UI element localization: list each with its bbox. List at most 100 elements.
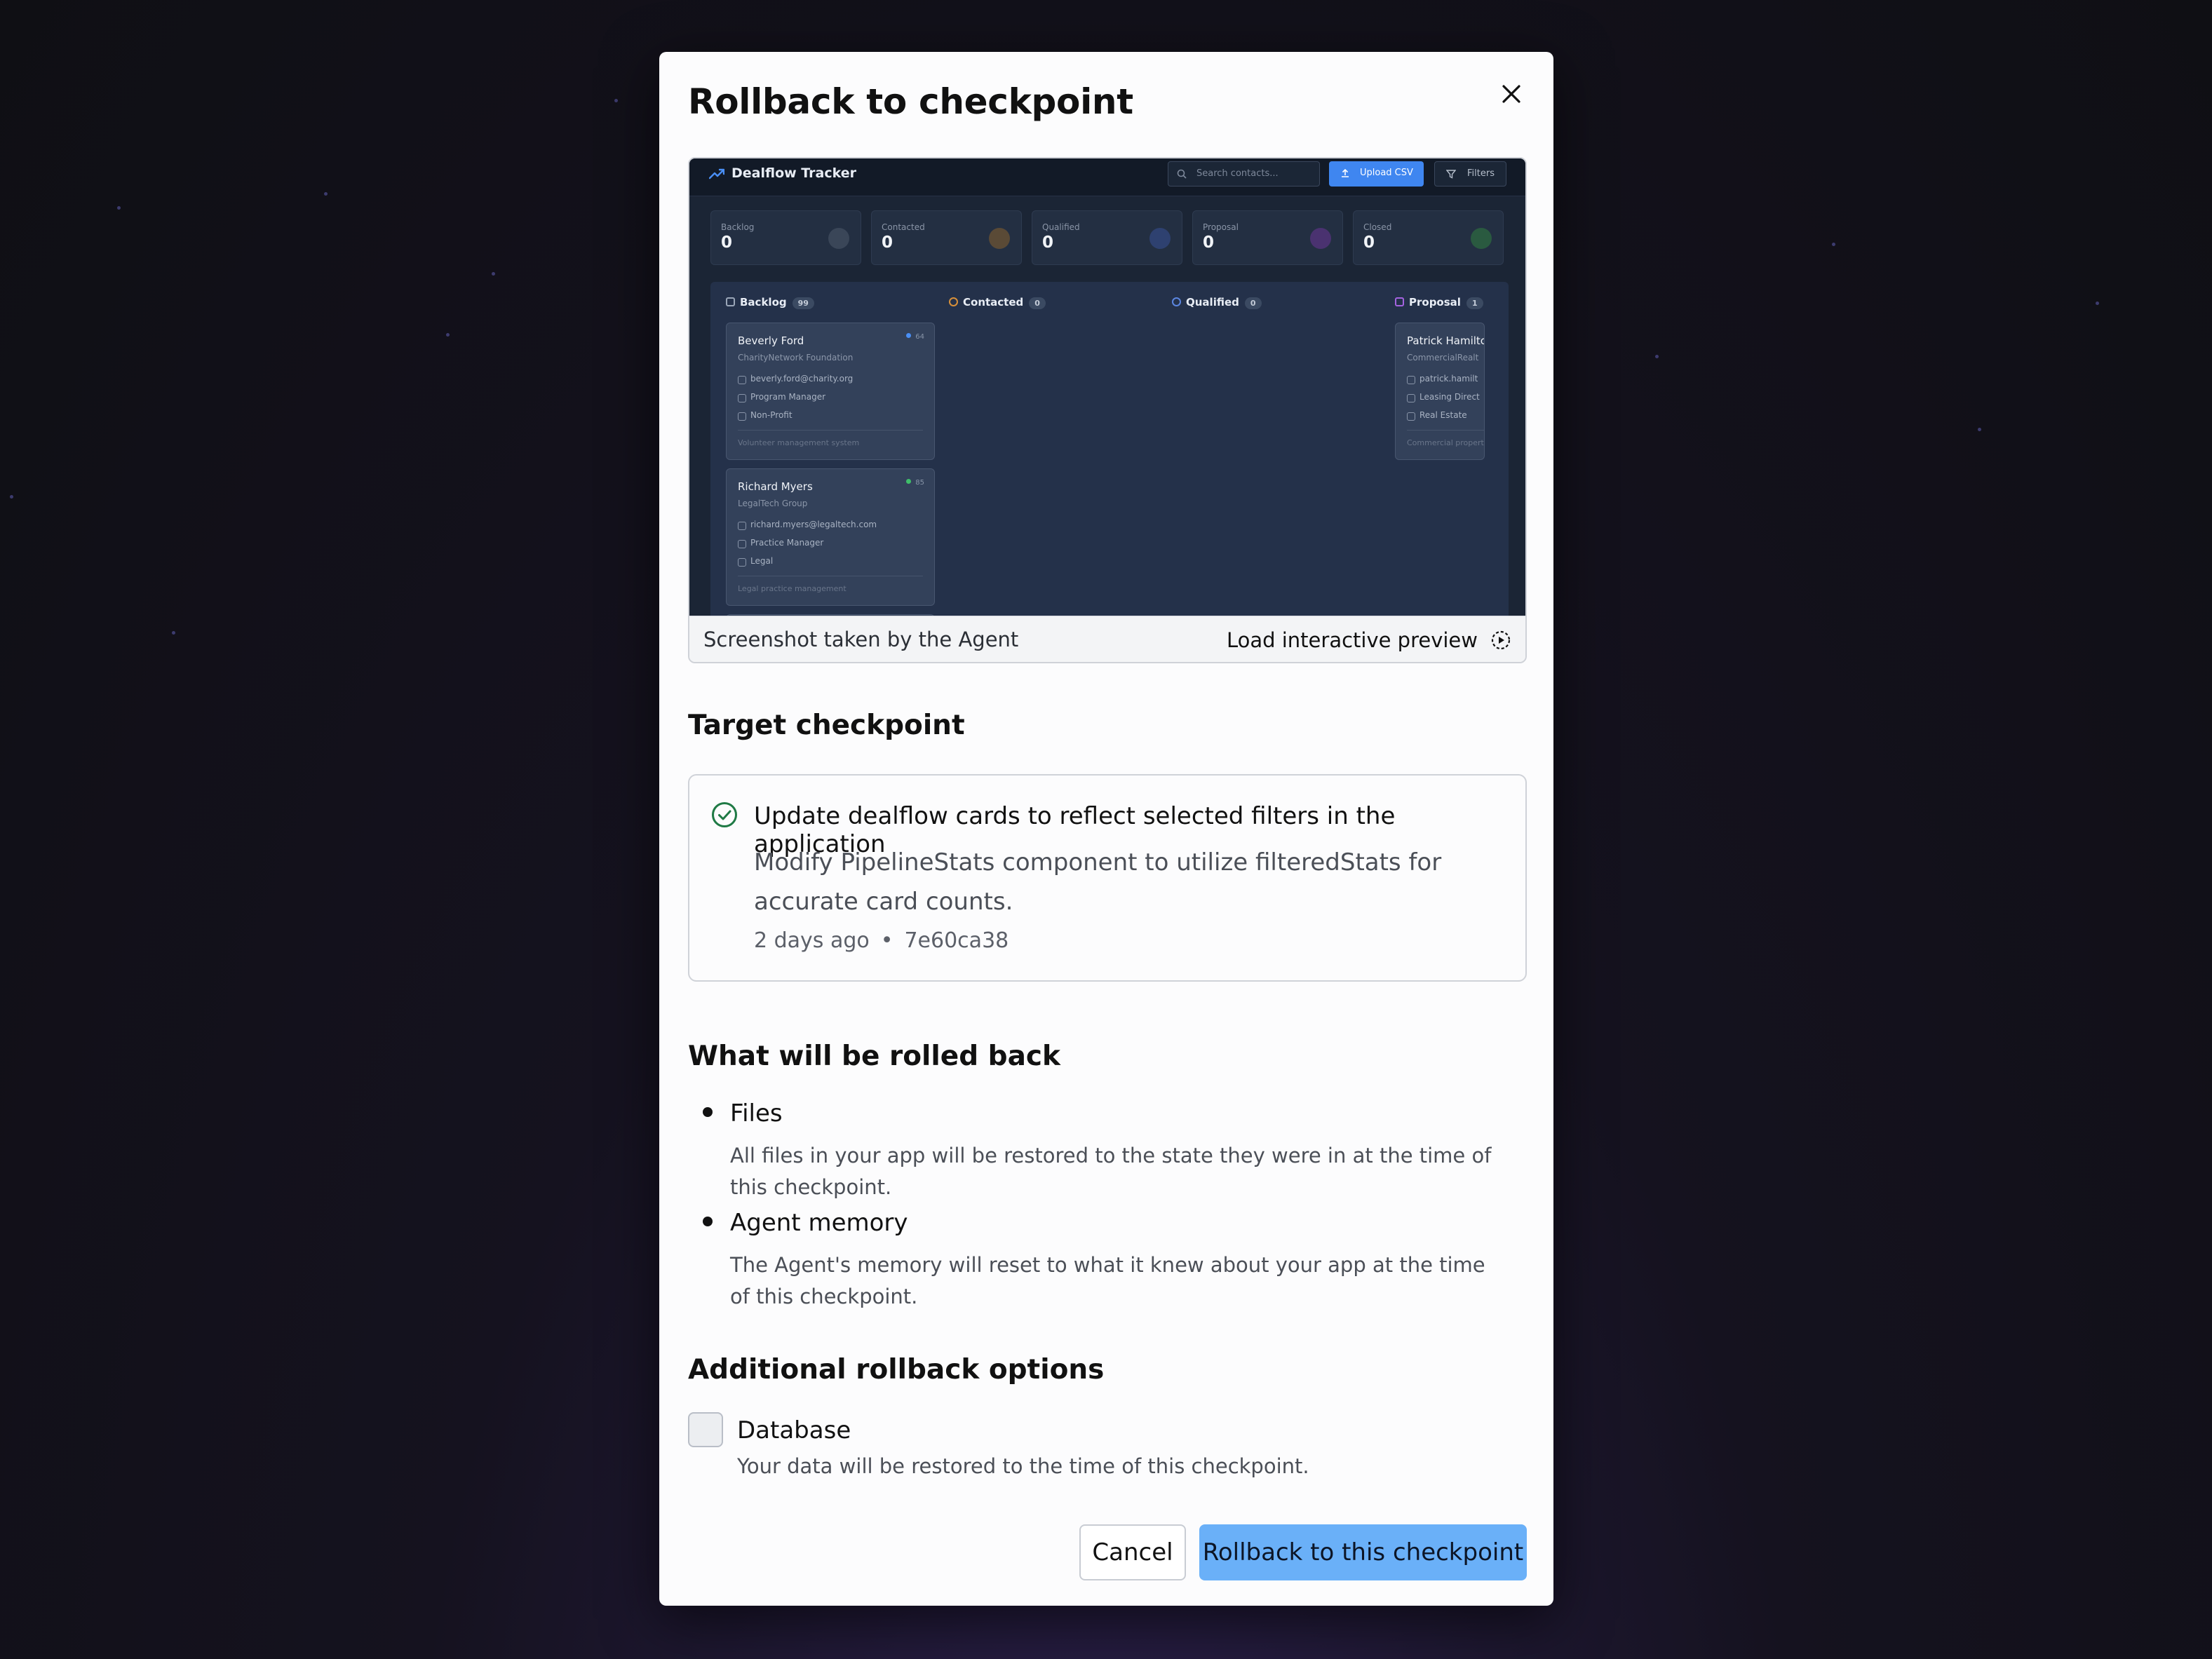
rollback-item-description: The Agent's memory will reset to what it… (730, 1253, 1485, 1308)
app-filters-label: Filters (1467, 168, 1495, 179)
app-brand: Dealflow Tracker (731, 165, 857, 181)
trending-up-icon (709, 168, 724, 180)
database-label: Database (737, 1416, 851, 1444)
rollback-item-title: Agent memory (730, 1209, 908, 1237)
column-count: 99 (792, 297, 814, 309)
database-description: Your data will be restored to the time o… (737, 1454, 1309, 1478)
app-filters-button: Filters (1434, 161, 1506, 187)
column-count: 1 (1466, 297, 1483, 309)
column-header-qualified: Qualified 0 (1172, 296, 1262, 309)
rollback-item-description: All files in your app will be restored t… (730, 1144, 1492, 1199)
kanban-board: Backlog 99 Contacted 0 Qualified 0 Proposal… (710, 282, 1509, 616)
card-score: 64 (906, 333, 924, 341)
dialog-title: Rollback to checkpoint (688, 81, 1133, 122)
stat-card: Qualified 0 (1032, 210, 1182, 265)
checkpoint-preview: Dealflow Tracker Search contacts... Uplo… (688, 157, 1527, 663)
background-dot (446, 333, 450, 337)
card-name: Patrick Hamiltc (1407, 334, 1485, 347)
deal-card: Richard Myers 85 LegalTech Group richard… (726, 468, 935, 606)
close-icon (1502, 85, 1520, 103)
column-header-backlog: Backlog 99 (726, 296, 814, 309)
card-note: Commercial propert (1407, 438, 1484, 447)
stat-value: 0 (1363, 233, 1375, 252)
phone-icon (989, 228, 1010, 249)
bullet (703, 1217, 713, 1226)
card-company: LegalTech Group (738, 499, 808, 508)
stat-card: Contacted 0 (871, 210, 1022, 265)
background-dot (324, 192, 328, 196)
column-count: 0 (1244, 297, 1262, 309)
card-divider (1407, 430, 1484, 431)
app-search-input: Search contacts... (1168, 161, 1320, 187)
target-checkpoint-heading: Target checkpoint (688, 710, 965, 741)
app-search-placeholder: Search contacts... (1196, 168, 1279, 179)
background-dot (172, 631, 175, 635)
background-dot (1655, 355, 1659, 358)
stat-label: Contacted (882, 222, 925, 232)
stat-label: Qualified (1042, 222, 1080, 232)
card-role: Program Manager (738, 392, 825, 402)
card-role: Leasing Direct (1407, 392, 1480, 402)
user-check-icon (1149, 228, 1171, 249)
database-checkbox[interactable] (688, 1412, 723, 1447)
load-preview-label: Load interactive preview (1226, 628, 1478, 652)
card-divider (738, 430, 923, 431)
play-circle-icon (1491, 630, 1511, 650)
rolled-back-heading: What will be rolled back (688, 1041, 1060, 1072)
background-dot (1978, 428, 1981, 431)
background-dot (1832, 243, 1835, 246)
background-dot (117, 206, 121, 210)
column-header-contacted: Contacted 0 (949, 296, 1046, 309)
stat-label: Closed (1363, 222, 1392, 232)
card-email: richard.myers@legaltech.com (738, 520, 877, 530)
card-name: Richard Myers (738, 480, 813, 493)
preview-footer: Screenshot taken by the Agent Load inter… (689, 616, 1525, 662)
background-dot (10, 495, 13, 499)
column-name: Backlog (740, 296, 787, 309)
cancel-button[interactable]: Cancel (1079, 1524, 1186, 1580)
checkpoint-commit: 7e60ca38 (904, 928, 1009, 953)
check-icon (1471, 228, 1492, 249)
deal-card: Beverly Ford 64 CharityNetwork Foundatio… (726, 323, 935, 460)
stat-label: Proposal (1203, 222, 1239, 232)
close-button[interactable] (1490, 73, 1532, 115)
column-name: Contacted (963, 296, 1024, 309)
rollback-dialog: Rollback to checkpoint Dealflow Tracker … (659, 52, 1553, 1606)
background-dot (492, 272, 495, 276)
column-name: Qualified (1186, 296, 1239, 309)
filter-icon (1446, 170, 1456, 179)
column-count: 0 (1029, 297, 1046, 309)
card-name: Beverly Ford (738, 334, 804, 347)
background-dot (2096, 302, 2099, 305)
inbox-icon (828, 228, 849, 249)
app-upload-button: Upload CSV (1329, 161, 1424, 187)
card-tag: Legal (738, 556, 773, 567)
stat-card: Closed 0 (1353, 210, 1504, 265)
card-role: Practice Manager (738, 538, 823, 548)
rollback-confirm-button[interactable]: Rollback to this checkpoint (1199, 1524, 1527, 1580)
column-header-proposal: Proposal 1 (1395, 296, 1483, 309)
app-screenshot: Dealflow Tracker Search contacts... Uplo… (689, 158, 1525, 616)
deal-card: Patrick Hamiltc CommercialRealt patrick.… (1395, 323, 1485, 460)
background-dot (614, 99, 618, 102)
column-name: Proposal (1409, 296, 1461, 309)
check-circle-icon (712, 802, 737, 827)
load-interactive-preview-button[interactable]: Load interactive preview (1227, 625, 1511, 656)
card-email: beverly.ford@charity.org (738, 374, 853, 384)
stat-card: Proposal 0 (1192, 210, 1343, 265)
checkpoint-meta: 2 days ago • 7e60ca38 (754, 928, 1009, 953)
app-upload-label: Upload CSV (1360, 168, 1413, 178)
card-tag: Non-Profit (738, 410, 793, 421)
card-note: Volunteer management system (738, 438, 860, 447)
bullet (703, 1107, 713, 1117)
additional-options-heading: Additional rollback options (688, 1354, 1105, 1386)
stat-value: 0 (1203, 233, 1215, 252)
stat-card: Backlog 0 (710, 210, 861, 265)
card-tag: Real Estate (1407, 410, 1467, 421)
meta-separator: • (880, 928, 893, 953)
preview-caption: Screenshot taken by the Agent (703, 628, 1019, 651)
upload-icon (1342, 168, 1349, 177)
stat-value: 0 (721, 233, 733, 252)
app-header: Dealflow Tracker Search contacts... Uplo… (689, 158, 1525, 196)
checkpoint-description: Modify PipelineStats component to utiliz… (754, 848, 1442, 916)
